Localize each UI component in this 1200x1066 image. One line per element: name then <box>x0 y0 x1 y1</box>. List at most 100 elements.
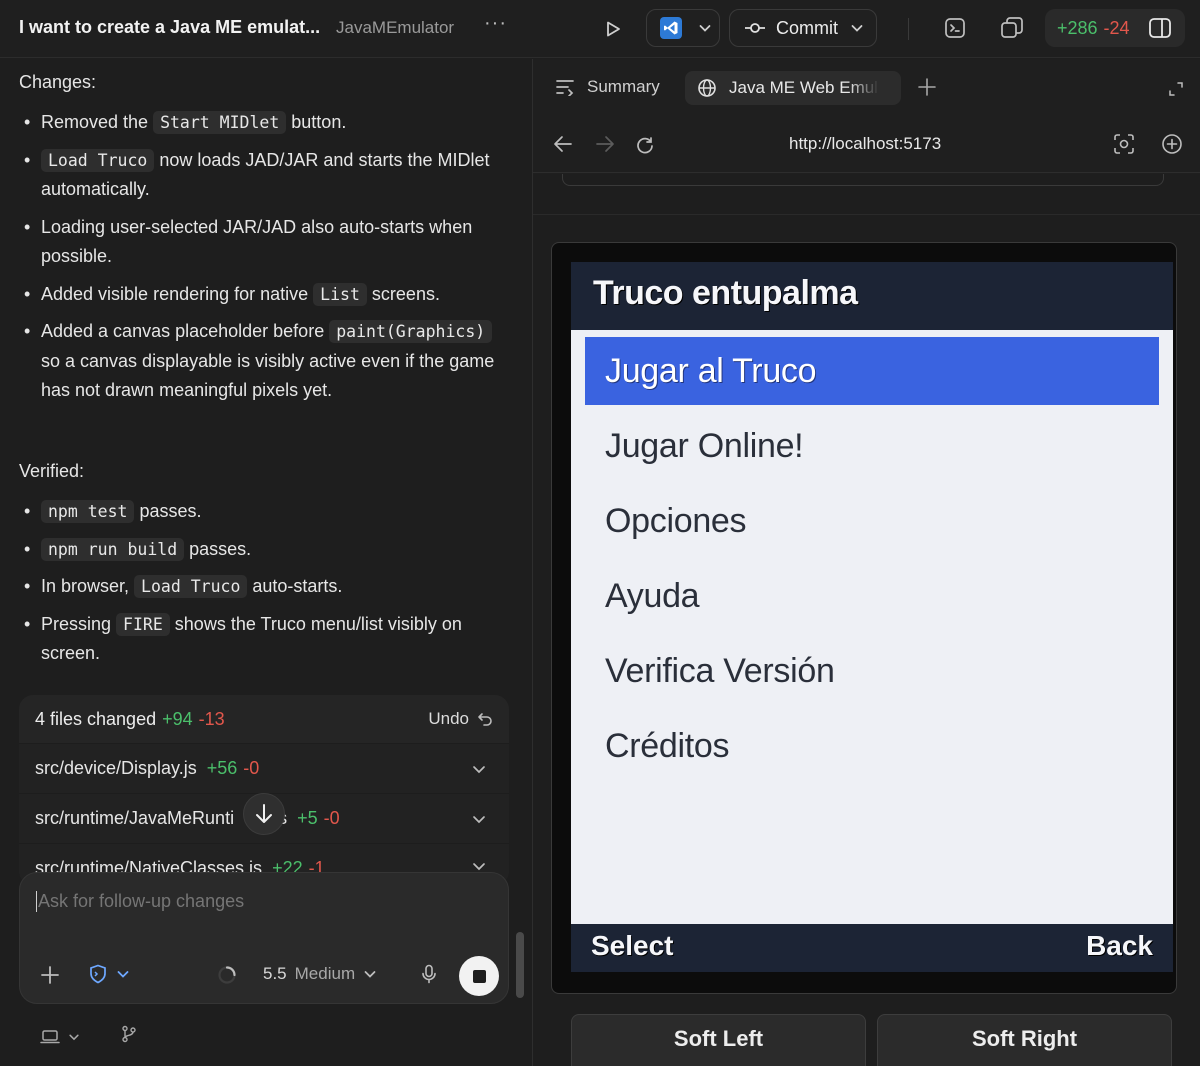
reload-button[interactable] <box>635 134 655 159</box>
model-version: 5.5 <box>263 964 287 983</box>
menu-item[interactable]: Opciones <box>585 484 1159 559</box>
menu-item[interactable]: Jugar Online! <box>585 409 1159 484</box>
back-button[interactable] <box>553 135 573 158</box>
inline-code: FIRE <box>116 612 170 636</box>
chat-scrollbar[interactable] <box>516 932 524 998</box>
soft-right-button[interactable]: Soft Right <box>877 1014 1172 1066</box>
agent-mode-button[interactable] <box>88 964 130 984</box>
stop-button[interactable] <box>459 956 499 996</box>
inline-code: Load Truco <box>41 148 155 172</box>
model-select[interactable]: 5.5 Medium <box>263 964 377 984</box>
windows-button[interactable] <box>1000 16 1024 45</box>
undo-label: Undo <box>428 709 469 728</box>
phone-menu-list: Jugar al Truco Jugar Online! Opciones Ay… <box>585 337 1159 784</box>
scroll-to-bottom-button[interactable] <box>243 793 285 835</box>
run-button[interactable] <box>600 16 626 42</box>
list-item: Pressing FIRE shows the Truco menu/list … <box>24 610 514 669</box>
git-branch-icon <box>122 1025 136 1043</box>
commit-button[interactable]: Commit <box>729 9 877 47</box>
plus-icon <box>41 966 59 984</box>
file-removed-count: -0 <box>323 808 340 828</box>
list-item: npm test passes. <box>24 497 514 527</box>
browser-panel: Summary Java ME Web Emulator http://loca… <box>533 59 1200 1066</box>
phone-title: Truco entupalma <box>593 274 858 312</box>
list-item: Removed the Start MIDlet button. <box>24 108 514 138</box>
forward-button[interactable] <box>595 135 615 158</box>
chevron-down-icon <box>851 25 863 32</box>
soft-key-select-label: Select <box>591 930 674 961</box>
copy-windows-icon <box>1001 17 1023 38</box>
browser-nav-bar: http://localhost:5173 <box>533 117 1200 173</box>
toggle-panel-button[interactable] <box>1148 17 1172 44</box>
arrow-down-icon <box>256 804 272 823</box>
commit-icon <box>745 23 765 33</box>
phone-soft-key-bar: Select Back <box>571 924 1173 972</box>
menu-item[interactable]: Ayuda <box>585 559 1159 634</box>
browser-tabs: Summary Java ME Web Emulator <box>533 59 1200 117</box>
chevron-down-icon <box>699 25 711 32</box>
open-in-editor-button[interactable] <box>646 9 720 47</box>
environment-button[interactable] <box>40 1029 80 1045</box>
new-tab-button[interactable] <box>917 77 937 100</box>
screenshot-icon <box>1114 134 1134 154</box>
soft-left-button[interactable]: Soft Left <box>571 1014 866 1066</box>
list-item: Added a canvas placeholder before paint(… <box>24 317 514 406</box>
phone-title-bar: Truco entupalma <box>571 262 1173 330</box>
file-path: src/device/Display.js <box>35 758 197 778</box>
list-item: Load Truco now loads JAD/JAR and starts … <box>24 146 514 205</box>
menu-item[interactable]: Créditos <box>585 709 1159 784</box>
file-added-count: +5 <box>297 808 318 828</box>
inline-code: List <box>313 282 367 306</box>
expand-button[interactable] <box>1168 81 1184 102</box>
terminal-button[interactable] <box>944 17 966 44</box>
follow-up-input[interactable] <box>36 891 476 912</box>
files-changed-summary: 4 files changed <box>35 708 157 729</box>
screenshot-button[interactable] <box>1113 133 1135 160</box>
summary-icon <box>556 80 574 96</box>
task-title[interactable]: I want to create a Java ME emulat... <box>19 17 320 38</box>
phone-screen[interactable]: Truco entupalma Jugar al Truco Jugar Onl… <box>571 262 1173 972</box>
inline-code: npm test <box>41 500 135 523</box>
undo-button[interactable]: Undo <box>428 709 493 729</box>
branch-button[interactable] <box>120 1025 138 1048</box>
laptop-icon <box>40 1029 60 1043</box>
soft-key-back-label: Back <box>1086 930 1153 961</box>
url-bar[interactable]: http://localhost:5173 <box>789 134 941 154</box>
voice-input-button[interactable] <box>420 964 438 989</box>
chevron-down-icon <box>473 815 485 823</box>
more-options-icon[interactable]: ··· <box>484 12 507 35</box>
reload-icon <box>637 137 653 154</box>
loading-spinner-icon <box>217 965 237 990</box>
files-changed-card: 4 files changed +94 -13 Undo src/device/… <box>19 695 509 885</box>
inline-code: Start MIDlet <box>153 111 287 134</box>
diff-removed-count: -24 <box>1103 17 1130 38</box>
tab-java-me-emulator[interactable]: Java ME Web Emulator <box>685 71 901 105</box>
file-removed-count: -0 <box>243 758 260 778</box>
attach-button[interactable] <box>40 965 60 990</box>
chevron-down-icon <box>364 971 376 978</box>
arrow-left-icon <box>554 136 572 152</box>
add-to-chat-button[interactable] <box>1161 133 1183 160</box>
list-item: npm run build passes. <box>24 535 514 565</box>
files-removed-count: -13 <box>198 708 225 729</box>
top-bar: I want to create a Java ME emulat... Jav… <box>0 0 1200 58</box>
play-icon <box>607 21 620 37</box>
tab-active-label: Java ME Web Emulator <box>729 78 879 97</box>
menu-item[interactable]: Jugar al Truco <box>585 337 1159 405</box>
file-row-display[interactable]: src/device/Display.js +56 -0 <box>19 743 509 793</box>
plus-icon <box>918 78 936 96</box>
tab-summary-label: Summary <box>587 77 660 96</box>
tab-summary[interactable]: Summary <box>555 77 660 97</box>
chat-footer <box>40 1025 138 1048</box>
expand-icon <box>1169 82 1183 96</box>
project-name[interactable]: JavaMEmulator <box>336 18 454 38</box>
files-changed-header: 4 files changed +94 -13 Undo <box>19 695 509 743</box>
file-added-count: +56 <box>206 758 238 778</box>
inline-code: Load Truco <box>134 575 248 598</box>
arrow-right-icon <box>596 136 614 152</box>
verified-heading: Verified: <box>19 461 85 481</box>
stop-icon <box>472 969 486 983</box>
web-viewport: Truco entupalma Jugar al Truco Jugar Onl… <box>533 174 1200 1066</box>
menu-item[interactable]: Verifica Versión <box>585 634 1159 709</box>
list-item: Added visible rendering for native List … <box>24 280 514 310</box>
